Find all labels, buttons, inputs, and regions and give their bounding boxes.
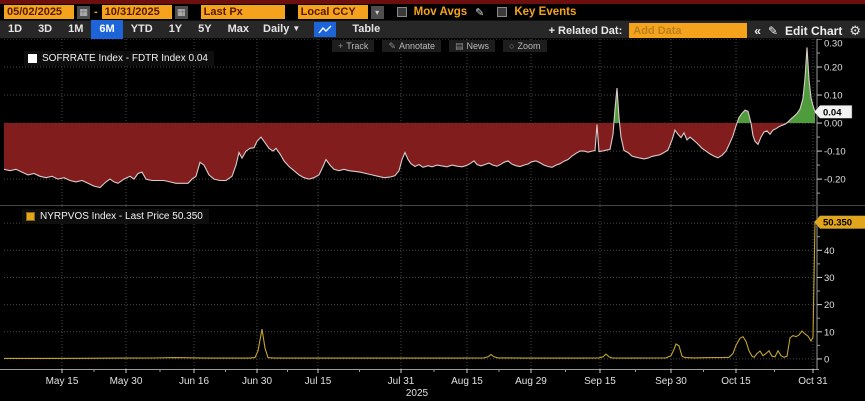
mov-avgs-label: Mov Avgs [414,6,467,18]
legend-text: SOFRRATE Index - FDTR Index 0.04 [42,53,208,64]
annotate-pencil-icon: ✎ [388,42,396,51]
bottom-panel-legend[interactable]: NYRPVOS Index - Last Price 50.350 [22,209,209,224]
legend-text: NYRPVOS Index - Last Price 50.350 [40,211,203,222]
news-button[interactable]: ▤ News [449,40,495,52]
gear-icon[interactable]: ⚙ [849,23,861,39]
svg-text:Jul 31: Jul 31 [388,376,415,387]
line-chart-type-button[interactable] [314,22,336,37]
frequency-dropdown[interactable]: Daily ▼ [257,20,306,39]
last-value-badge: 0.04 [814,105,852,118]
svg-text:20: 20 [824,300,835,311]
range-1d-button[interactable]: 1D [0,20,30,39]
range-1y-button[interactable]: 1Y [161,20,190,39]
svg-text:Jul 15: Jul 15 [305,376,332,387]
news-label: News [467,41,490,51]
series-swatch-white [28,54,37,63]
svg-text:Aug 29: Aug 29 [515,376,547,387]
svg-text:0: 0 [824,354,829,365]
crosshair-icon: + [338,42,343,51]
x-axis: May 15 May 30 Jun 16 Jun 30 Jul 15 Jul 31 Aug … [0,369,828,399]
svg-text:May 15: May 15 [46,376,79,387]
edit-chart-pencil-icon[interactable]: ✎ [768,24,778,38]
chart-settings-toolbar: 05/02/2025 ▦ - 10/31/2025 ▦ Last Px Loca… [0,4,865,20]
svg-text:10: 10 [824,327,835,338]
calendar-icon[interactable]: ▦ [77,6,90,19]
right-axis: 40 30 20 10 0 [817,206,835,369]
range-toolbar: 1D 3D 1M 6M YTD 1Y 5Y Max Daily ▼ Table … [0,20,865,39]
svg-text:2025: 2025 [406,388,429,399]
right-axis: 0.30 0.20 0.10 0.00 -0.10 -0.20 [817,39,846,206]
chart-area[interactable]: + Track ✎ Annotate ▤ News ○ Zoom SOFRRAT… [0,39,865,401]
price-type-field[interactable]: Last Px [201,5,285,19]
svg-text:Jun 16: Jun 16 [179,376,209,387]
toolbar-right-group: + Related Dat: « ✎ Edit Chart ⚙ [549,21,861,40]
svg-text:0.00: 0.00 [824,119,843,130]
key-events-label: Key Events [514,6,576,18]
annotate-label: Annotate [399,41,435,51]
related-data-label[interactable]: + Related Dat: [549,25,623,37]
svg-text:Oct 31: Oct 31 [798,376,828,387]
svg-text:40: 40 [824,246,835,257]
track-button[interactable]: + Track [332,40,374,52]
track-label: Track [346,41,368,51]
add-data-input[interactable] [629,23,747,38]
top-panel-legend[interactable]: SOFRRATE Index - FDTR Index 0.04 [24,51,214,66]
range-1m-button[interactable]: 1M [60,20,91,39]
frequency-label: Daily [263,23,289,35]
annotate-button[interactable]: ✎ Annotate [382,40,441,52]
bloomberg-chart-window: 05/02/2025 ▦ - 10/31/2025 ▦ Last Px Loca… [0,0,865,401]
svg-text:Sep 30: Sep 30 [655,376,687,387]
currency-field[interactable]: Local CCY [298,5,368,19]
line-chart-icon [318,25,332,35]
chart-tools-toolbar: + Track ✎ Annotate ▤ News ○ Zoom [332,40,547,52]
mov-avgs-checkbox[interactable] [397,7,407,17]
svg-text:-0.20: -0.20 [824,175,846,186]
calendar-icon[interactable]: ▦ [175,6,188,19]
svg-text:0.20: 0.20 [824,63,843,74]
key-events-checkbox[interactable] [497,7,507,17]
svg-text:Oct 15: Oct 15 [721,376,751,387]
range-3d-button[interactable]: 3D [30,20,60,39]
svg-text:0.30: 0.30 [824,39,843,50]
zoom-button[interactable]: ○ Zoom [503,40,546,52]
date-range-separator: - [93,6,99,18]
svg-text:Jun 30: Jun 30 [242,376,272,387]
magnifier-icon: ○ [509,42,514,51]
end-date-field[interactable]: 10/31/2025 [102,5,172,19]
collapse-panel-button[interactable]: « [754,24,761,38]
last-value-badge: 50.350 [814,216,865,229]
news-icon: ▤ [455,42,464,51]
zoom-label: Zoom [517,41,540,51]
svg-text:May 30: May 30 [110,376,143,387]
svg-text:50.350: 50.350 [823,218,852,229]
volume-chart-panel[interactable]: 40 30 20 10 0 50.350 May 15 May 30 Jun 16 Jun 30 J… [0,206,865,401]
edit-chart-button[interactable]: Edit Chart [785,24,842,38]
series-swatch-amber [26,212,35,221]
gridlines [4,206,817,369]
range-ytd-button[interactable]: YTD [123,20,161,39]
svg-text:0.10: 0.10 [824,91,843,102]
svg-text:Aug 15: Aug 15 [451,376,483,387]
range-5y-button[interactable]: 5Y [190,20,219,39]
mov-avgs-edit-pencil-icon[interactable]: ✎ [475,6,484,19]
svg-text:Sep 15: Sep 15 [584,376,616,387]
svg-text:0.04: 0.04 [823,107,842,118]
start-date-field[interactable]: 05/02/2025 [4,5,74,19]
svg-text:30: 30 [824,273,835,284]
range-max-button[interactable]: Max [220,20,257,39]
chevron-down-icon: ▼ [292,24,300,33]
table-button[interactable]: Table [344,20,388,39]
range-6m-button[interactable]: 6M [91,20,122,39]
svg-text:-0.10: -0.10 [824,147,846,158]
chevron-down-icon[interactable]: ▾ [371,6,384,19]
